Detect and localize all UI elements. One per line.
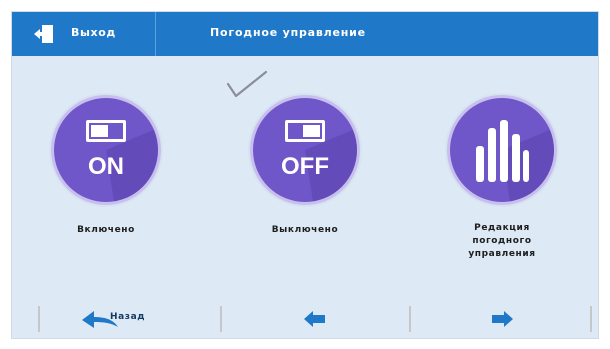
arrow-left-icon [304, 311, 325, 327]
mode-on-text: ON [88, 153, 124, 180]
arrow-right-icon [492, 311, 513, 327]
circle-shadow [106, 128, 158, 202]
mode-on-label: Включено [77, 225, 135, 235]
toggle-switch-icon [285, 120, 325, 142]
page-title: Погодное управление [210, 26, 366, 39]
controller-screen: Выход Погодное управление ON Включено OF… [12, 12, 598, 338]
mode-on-tile[interactable]: ON Включено [41, 98, 171, 237]
exit-label: Выход [71, 26, 116, 39]
exit-button[interactable]: Выход [12, 12, 156, 56]
bars-chart-icon [476, 120, 529, 182]
mode-off-tile[interactable]: OFF Выключено [240, 98, 370, 237]
exit-door-icon [34, 25, 53, 43]
mode-off-circle: OFF [253, 98, 357, 202]
edit-weather-control-tile[interactable]: Редакция погодного управления [437, 98, 567, 261]
previous-button[interactable] [222, 300, 409, 338]
top-bar: Выход Погодное управление [12, 12, 598, 56]
divider [590, 306, 592, 332]
bottom-bar: Назад [12, 300, 598, 338]
edit-label: Редакция погодного управления [468, 223, 536, 259]
circle-shadow [305, 128, 357, 202]
edit-circle [450, 98, 554, 202]
mode-off-label: Выключено [271, 225, 339, 235]
toggle-switch-icon [86, 120, 126, 142]
back-label: Назад [110, 312, 146, 322]
mode-on-circle: ON [54, 98, 158, 202]
mode-off-text: OFF [281, 153, 329, 180]
next-button[interactable] [411, 300, 590, 338]
back-button[interactable]: Назад [40, 300, 220, 338]
